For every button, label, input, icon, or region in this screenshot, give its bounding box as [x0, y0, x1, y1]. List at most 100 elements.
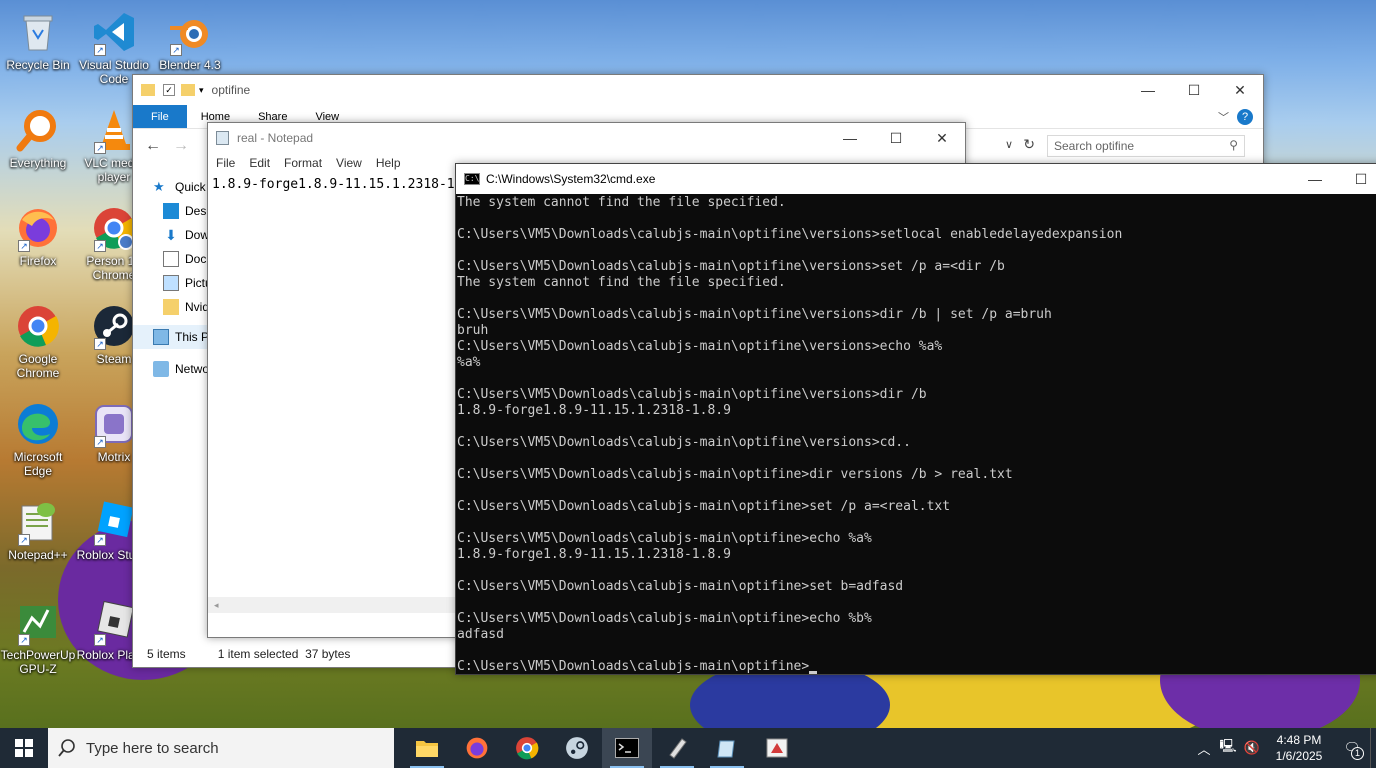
shortcut-arrow-icon: ↗: [94, 436, 106, 448]
forward-arrow-icon[interactable]: →: [173, 137, 189, 155]
nav-quick-access[interactable]: ★Quick access: [133, 175, 209, 199]
recycle-bin-icon: [14, 8, 62, 56]
taskbar-firefox[interactable]: [452, 728, 502, 768]
roblox-player-icon: ↗: [90, 598, 138, 646]
desktop-icon-recycle-bin[interactable]: Recycle Bin: [0, 4, 76, 100]
menu-view[interactable]: View: [336, 156, 362, 170]
address-dropdown-icon[interactable]: ∨: [1005, 138, 1013, 151]
cmd-window[interactable]: C:\ C:\Windows\System32\cmd.exe — ☐ The …: [455, 163, 1376, 675]
steam-icon: ↗: [90, 302, 138, 350]
maximize-button[interactable]: ☐: [1171, 75, 1217, 105]
status-selection: 1 item selected 37 bytes: [217, 647, 351, 661]
nav-desktop[interactable]: Desktop: [133, 199, 209, 223]
nav-documents[interactable]: Documents: [133, 247, 209, 271]
show-hidden-icons-chevron-icon[interactable]: ︿: [1192, 728, 1216, 768]
download-arrow-icon: ⬇: [165, 227, 177, 243]
refresh-icon[interactable]: ↻: [1023, 136, 1035, 153]
explorer-titlebar[interactable]: ✓ ▾ optifine — ☐ ✕: [133, 75, 1263, 105]
nav-downloads[interactable]: ⬇Downloads: [133, 223, 209, 247]
desktop-icon-edge[interactable]: Microsoft Edge: [0, 396, 76, 492]
taskbar-notepad-alt[interactable]: [702, 728, 752, 768]
taskbar-cmd[interactable]: [602, 728, 652, 768]
blender-icon: ↗: [166, 8, 214, 56]
console-line: C:\Users\VM5\Downloads\calubjs-main\opti…: [457, 387, 927, 402]
windows-logo-icon: [15, 739, 33, 757]
everything-search-icon: [14, 106, 62, 154]
taskbar-chrome[interactable]: [502, 728, 552, 768]
maximize-button[interactable]: ☐: [1338, 164, 1376, 194]
desktop-icon-firefox[interactable]: ↗ Firefox: [0, 200, 76, 296]
desktop-icon-everything[interactable]: Everything: [0, 102, 76, 198]
maximize-button[interactable]: ☐: [873, 123, 919, 153]
chrome-profile-icon: ↗: [90, 204, 138, 252]
notification-center-icon[interactable]: 🗨 1: [1334, 728, 1370, 768]
navigation-pane: ★Quick access Desktop ⬇Downloads Documen…: [133, 175, 209, 637]
taskbar-search-box[interactable]: Type here to search: [48, 728, 394, 768]
console-line: C:\Users\VM5\Downloads\calubjs-main\opti…: [457, 467, 1013, 482]
nav-pictures[interactable]: Pictures: [133, 271, 209, 295]
notepad-titlebar[interactable]: real - Notepad — ☐ ✕: [208, 123, 965, 153]
file-explorer-icon: [416, 741, 438, 757]
cmd-titlebar[interactable]: C:\ C:\Windows\System32\cmd.exe — ☐: [456, 164, 1376, 194]
help-icon[interactable]: ?: [1237, 109, 1253, 125]
vlc-cone-icon: ↗: [90, 106, 138, 154]
firefox-icon: [466, 737, 488, 759]
horizontal-scrollbar[interactable]: ◂: [208, 597, 456, 613]
search-input[interactable]: Search optifine ⚲: [1047, 135, 1245, 157]
menu-edit[interactable]: Edit: [249, 156, 270, 170]
menu-help[interactable]: Help: [376, 156, 401, 170]
search-icon: [58, 739, 75, 757]
minimize-button[interactable]: —: [1292, 164, 1338, 194]
clock-date: 1/6/2025: [1275, 749, 1323, 763]
cmd-icon: [615, 738, 639, 758]
console-line: The system cannot find the file specifie…: [457, 275, 786, 290]
taskbar-steam[interactable]: [552, 728, 602, 768]
firefox-icon: ↗: [14, 204, 62, 252]
gpu-z-icon: ↗: [14, 598, 62, 646]
shortcut-arrow-icon: ↗: [94, 142, 106, 154]
close-button[interactable]: ✕: [1217, 75, 1263, 105]
clock[interactable]: 4:48 PM 1/6/2025: [1264, 732, 1334, 764]
desktop-icon-google-chrome[interactable]: Google Chrome: [0, 298, 76, 394]
back-arrow-icon[interactable]: ←: [145, 137, 161, 155]
volume-muted-icon[interactable]: 🔇: [1240, 728, 1264, 768]
explorer-title: optifine: [211, 83, 251, 97]
minimize-button[interactable]: —: [1125, 75, 1171, 105]
new-folder-icon[interactable]: [181, 84, 195, 96]
nav-nvidia[interactable]: Nvidia: [133, 295, 209, 319]
close-button[interactable]: ✕: [919, 123, 965, 153]
console-output[interactable]: The system cannot find the file specifie…: [456, 194, 1376, 676]
cmd-icon: C:\: [464, 173, 480, 185]
minimize-button[interactable]: —: [827, 123, 873, 153]
scroll-left-icon[interactable]: ◂: [214, 600, 219, 610]
taskbar-paint[interactable]: [752, 728, 802, 768]
desktop-icon-gpu-z[interactable]: ↗ TechPowerUp GPU-Z: [0, 594, 76, 690]
vscode-icon: ↗: [90, 8, 138, 56]
shortcut-arrow-icon: ↗: [94, 240, 106, 252]
taskbar-notepad[interactable]: [652, 728, 702, 768]
notepad-plus-plus-icon: ↗: [14, 498, 62, 546]
search-placeholder: Search optifine: [1054, 139, 1135, 153]
start-button[interactable]: [0, 728, 48, 768]
nav-this-pc[interactable]: This PC: [133, 325, 209, 349]
network-icon[interactable]: 🖳: [1216, 728, 1240, 768]
nav-network[interactable]: Network: [133, 357, 209, 381]
console-line: The system cannot find the file specifie…: [457, 195, 786, 210]
console-line: C:\Users\VM5\Downloads\calubjs-main\opti…: [457, 499, 951, 514]
quick-access-properties-icon[interactable]: ✓: [163, 84, 175, 96]
menu-file[interactable]: File: [216, 156, 235, 170]
notepad-alt-icon: [717, 740, 735, 758]
console-line: %a%: [457, 355, 481, 370]
show-desktop-button[interactable]: [1370, 728, 1376, 768]
expand-ribbon-icon[interactable]: ﹀: [1210, 105, 1237, 128]
customize-toolbar-icon[interactable]: ▾: [199, 85, 204, 96]
text-cursor: [809, 671, 818, 674]
taskbar-file-explorer[interactable]: [402, 728, 452, 768]
desktop-icon-notepad-plus-plus[interactable]: ↗ Notepad++: [0, 494, 76, 590]
ribbon-tab-file[interactable]: File: [133, 105, 187, 128]
menu-format[interactable]: Format: [284, 156, 322, 170]
shortcut-arrow-icon: ↗: [18, 240, 30, 252]
